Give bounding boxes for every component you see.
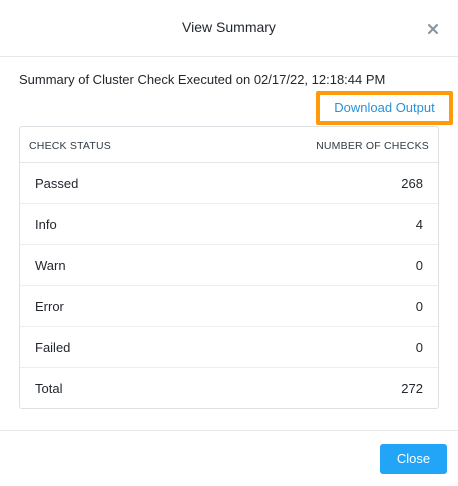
close-button[interactable]: Close [380, 444, 447, 474]
row-label: Failed [35, 340, 71, 355]
table-row-total: Total 272 [20, 368, 438, 409]
column-header-check-status: CHECK STATUS [29, 140, 111, 152]
column-header-number-of-checks: NUMBER OF CHECKS [316, 140, 429, 152]
view-summary-dialog: View Summary Summary of Cluster Check Ex… [0, 0, 458, 486]
table-row-passed: Passed 268 [20, 163, 438, 204]
table-row-info: Info 4 [20, 204, 438, 245]
row-label: Warn [35, 258, 66, 273]
row-value: 4 [415, 217, 423, 232]
close-icon[interactable] [424, 20, 442, 38]
row-value: 0 [415, 299, 423, 314]
row-label: Error [35, 299, 64, 314]
row-label: Info [35, 217, 57, 232]
table-row-error: Error 0 [20, 286, 438, 327]
row-value: 0 [415, 340, 423, 355]
download-output-link[interactable]: Download Output [316, 91, 453, 125]
row-value: 272 [401, 381, 423, 396]
table-row-failed: Failed 0 [20, 327, 438, 368]
row-label: Total [35, 381, 63, 396]
dialog-header: View Summary [0, 0, 458, 57]
row-value: 268 [401, 176, 423, 191]
check-summary-table: CHECK STATUS NUMBER OF CHECKS Passed 268… [19, 126, 439, 409]
row-value: 0 [415, 258, 423, 273]
table-row-warn: Warn 0 [20, 245, 438, 286]
table-header: CHECK STATUS NUMBER OF CHECKS [20, 127, 438, 163]
summary-text: Summary of Cluster Check Executed on 02/… [19, 72, 386, 87]
row-label: Passed [35, 176, 79, 191]
footer-divider [0, 430, 458, 431]
dialog-title: View Summary [182, 19, 276, 35]
